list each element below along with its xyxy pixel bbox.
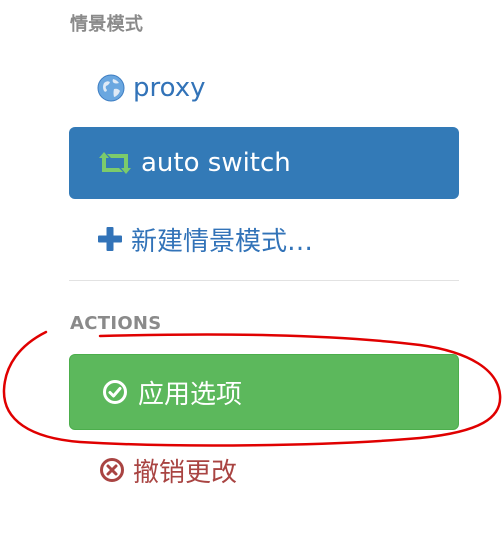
profile-item-proxy[interactable]: proxy: [69, 52, 459, 124]
section-divider: [69, 280, 459, 281]
apply-options-label: 应用选项: [138, 379, 243, 410]
apply-options-button[interactable]: 应用选项: [69, 354, 459, 430]
discard-changes-button[interactable]: 撤销更改: [69, 445, 459, 495]
profile-item-label: auto switch: [141, 148, 291, 178]
times-circle-icon: [99, 457, 125, 483]
globe-icon: [97, 74, 125, 102]
profile-item-label: 新建情景模式…: [131, 226, 314, 257]
check-circle-icon: [102, 379, 128, 405]
new-profile-item[interactable]: 新建情景模式…: [69, 203, 459, 275]
retweet-icon: [97, 150, 133, 176]
profile-item-auto-switch[interactable]: auto switch: [69, 127, 459, 199]
discard-changes-label: 撤销更改: [133, 457, 238, 488]
plus-icon: [97, 226, 123, 252]
actions-section-header: ACTIONS: [70, 313, 162, 334]
profiles-section-header: 情景模式: [70, 14, 144, 35]
profile-item-label: proxy: [133, 73, 206, 103]
